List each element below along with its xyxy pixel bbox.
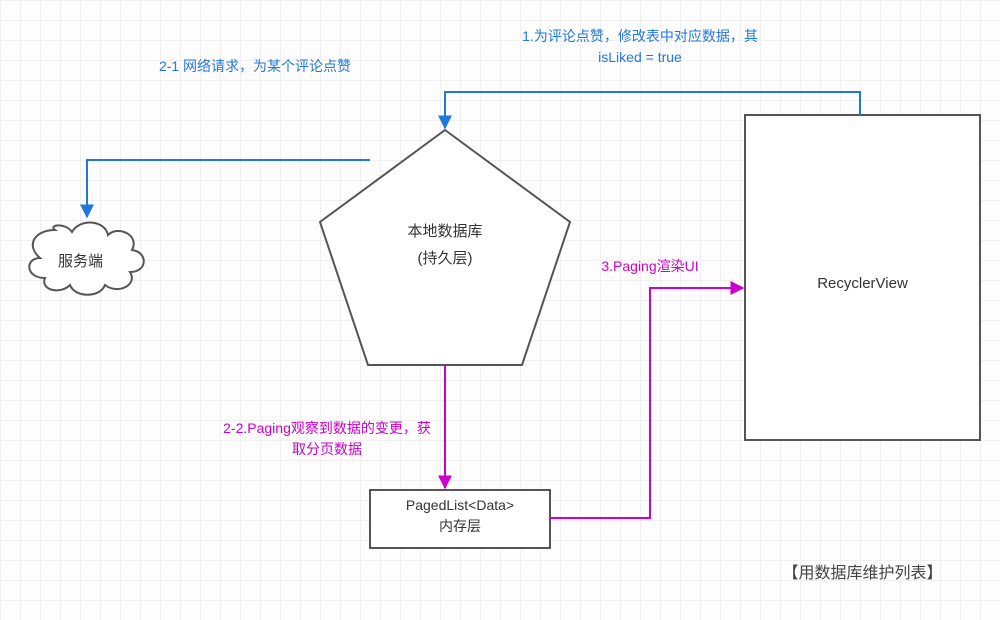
recyclerview-label: RecyclerView [745,270,980,297]
label-step2-1: 2-1 网络请求，为某个评论点赞 [130,56,380,77]
label-step3: 3.Paging渲染UI [570,256,730,277]
database-label: 本地数据库 (持久层) [365,218,525,272]
db-line2: (持久层) [418,250,473,267]
label-step1: 1.为评论点赞，修改表中对应数据，其 isLiked = true [510,26,770,68]
diagram-caption: 【用数据库维护列表】 [745,562,980,586]
pagedlist-line2: 内存层 [439,518,481,534]
arrow-step2-1 [87,160,370,217]
pagedlist-label: PagedList<Data> 内存层 [370,495,550,537]
label-step2-2: 2-2.Paging观察到数据的变更，获取分页数据 [222,418,432,460]
server-label: 服务端 [58,248,103,275]
pagedlist-line1: PagedList<Data> [406,497,514,513]
db-line1: 本地数据库 [407,223,482,240]
arrow-step3 [550,288,743,518]
